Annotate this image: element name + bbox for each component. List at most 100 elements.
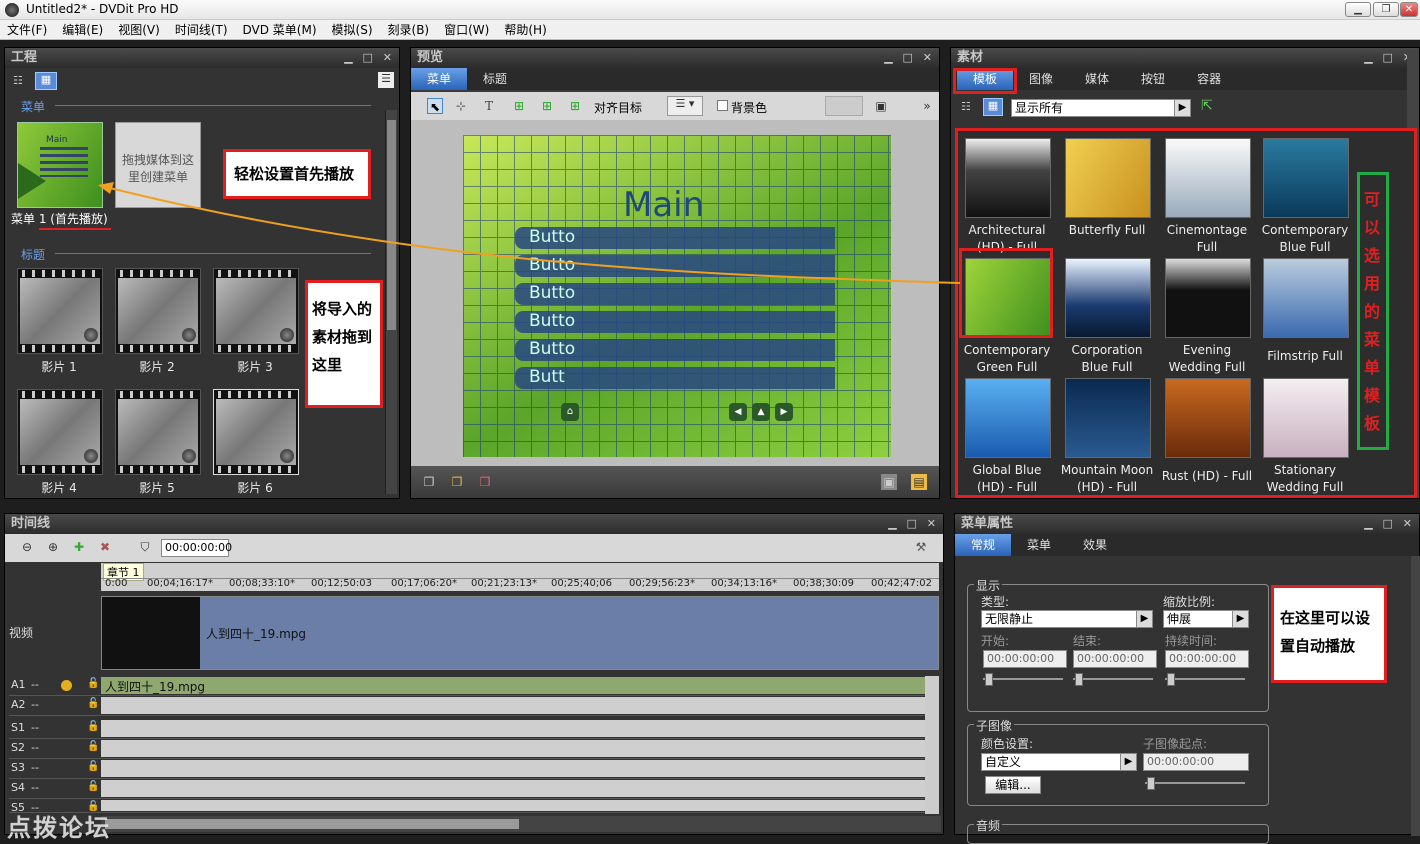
ruler-tick: 00;25;40;06 — [551, 578, 613, 589]
color-dropdown[interactable]: 自定义 ▶ — [981, 753, 1137, 771]
ruler-tick: 00;34;13:16* — [711, 578, 778, 589]
track-row-a1: A1 -- 🔓 人到四十_19.mpg — [9, 676, 933, 696]
track-label: A2 — [11, 698, 26, 711]
ruler-tick: 0:00 — [105, 578, 128, 589]
ruler-tick: 00;08;33:10* — [229, 578, 296, 589]
audio-group: 音频 — [967, 817, 1269, 844]
tab-general[interactable]: 常规 — [955, 534, 1012, 556]
timecode-field[interactable]: 00:00:00:00 — [161, 539, 232, 557]
video-clip[interactable]: 人到四十_19.mpg — [200, 597, 938, 669]
track-area[interactable] — [101, 760, 933, 777]
subpicture-group-label: 子图像 — [974, 717, 1015, 734]
ruler-tick: 00;42;47:02 — [871, 578, 933, 589]
end-slider[interactable] — [1073, 673, 1153, 686]
color-value: 自定义 — [985, 755, 1022, 769]
ruler-tick: 00;17;06:20* — [391, 578, 458, 589]
panel-controls[interactable]: ▁ □ ✕ — [1364, 514, 1415, 534]
subpic-start-label: 子图像起点: — [1143, 737, 1208, 751]
start-label: 开始: — [981, 634, 1010, 648]
arrow-head-icon — [98, 182, 114, 194]
tab-effects[interactable]: 效果 — [1067, 534, 1123, 556]
track-option[interactable]: -- — [31, 678, 39, 691]
zoom-in-icon[interactable]: ⊕ — [45, 539, 61, 555]
properties-scrollbar[interactable] — [1411, 556, 1420, 836]
drag-arrow-path — [109, 187, 961, 284]
scale-label: 缩放比例: — [1163, 595, 1216, 609]
audio-group-label: 音频 — [974, 817, 1003, 834]
track-option[interactable]: -- — [31, 698, 39, 711]
audio-clip[interactable]: 人到四十_19.mpg — [101, 677, 933, 694]
note-autoplay: 在这里可以设置自动播放 — [1271, 585, 1387, 683]
video-clip-name: 人到四十_19.mpg — [206, 627, 307, 641]
chevron-right-icon[interactable]: ▶ — [1136, 611, 1152, 627]
type-label: 类型: — [981, 595, 1010, 609]
track-area[interactable] — [101, 697, 933, 714]
chevron-right-icon[interactable]: ▶ — [1232, 611, 1248, 627]
duration-field[interactable]: 00:00:00:00 — [1165, 650, 1249, 668]
lock-icon[interactable]: 🔓 — [87, 741, 99, 752]
scrollbar-thumb[interactable] — [105, 819, 519, 829]
track-option[interactable]: -- — [31, 761, 39, 774]
ruler-tick: 00;38;30:09 — [793, 578, 855, 589]
track-label: S1 — [11, 721, 25, 734]
track-row-s1: S1 -- 🔓 — [9, 719, 933, 739]
chevron-right-icon[interactable]: ▶ — [1120, 754, 1136, 770]
add-chapter-icon[interactable]: ✚ — [71, 539, 87, 555]
timeline-title: 时间线 — [11, 516, 51, 531]
track-area[interactable] — [101, 740, 933, 757]
tab-menu[interactable]: 菜单 — [1011, 534, 1067, 556]
scale-value: 伸展 — [1167, 612, 1192, 626]
track-area[interactable] — [101, 720, 933, 737]
video-track-label: 视频 — [9, 626, 34, 640]
track-row-a2: A2 -- 🔓 — [9, 696, 933, 716]
type-dropdown[interactable]: 无限静止 ▶ — [981, 610, 1153, 628]
end-field[interactable]: 00:00:00:00 — [1073, 650, 1157, 668]
display-group-label: 显示 — [974, 577, 1003, 594]
video-track[interactable]: 人到四十_19.mpg — [101, 596, 939, 670]
track-option[interactable]: -- — [31, 741, 39, 754]
watermark: 点拨论坛 — [7, 814, 111, 842]
marker-icon[interactable]: ⛉ — [137, 539, 153, 555]
edit-button[interactable]: 编辑... — [985, 776, 1041, 794]
track-label: S3 — [11, 761, 25, 774]
subpic-start-field[interactable]: 00:00:00:00 — [1143, 753, 1249, 771]
lock-icon[interactable]: 🔓 — [87, 781, 99, 792]
track-label: S2 — [11, 741, 25, 754]
type-value: 无限静止 — [985, 612, 1034, 626]
track-row-s2: S2 -- 🔓 — [9, 739, 933, 759]
audio-clip-name: 人到四十_19.mpg — [105, 680, 206, 694]
track-row-s3: S3 -- 🔓 — [9, 759, 933, 779]
speaker-icon[interactable] — [61, 680, 72, 691]
lock-icon[interactable]: 🔓 — [87, 721, 99, 732]
track-option[interactable]: -- — [31, 781, 39, 794]
track-label: S4 — [11, 781, 25, 794]
properties-title: 菜单属性 — [961, 516, 1014, 531]
scale-dropdown[interactable]: 伸展 ▶ — [1163, 610, 1249, 628]
subpic-slider[interactable] — [1145, 777, 1245, 790]
lock-icon[interactable]: 🔓 — [87, 678, 99, 689]
ruler-tick: 00;21;23:13* — [471, 578, 538, 589]
start-field[interactable]: 00:00:00:00 — [983, 650, 1067, 668]
ruler-tick: 00;29;56:23* — [629, 578, 696, 589]
track-option[interactable]: -- — [31, 721, 39, 734]
timeline-v-scrollbar[interactable] — [925, 676, 939, 814]
ruler-tick: 00;04;16:17* — [147, 578, 214, 589]
lock-icon[interactable]: 🔓 — [87, 698, 99, 709]
timeline-h-scrollbar[interactable] — [101, 816, 941, 832]
track-area[interactable] — [101, 780, 933, 797]
track-row-s4: S4 -- 🔓 — [9, 779, 933, 799]
zoom-out-icon[interactable]: ⊖ — [19, 539, 35, 555]
time-ruler[interactable]: 章节 1 0:00 00;04;16:17* 00;08;33:10* 00;1… — [101, 563, 939, 591]
duration-label: 持续时间: — [1165, 634, 1218, 648]
track-area[interactable] — [101, 800, 933, 811]
start-slider[interactable] — [983, 673, 1063, 686]
display-group: 显示 — [967, 577, 1269, 712]
ruler-tick: 00;12;50:03 — [311, 578, 373, 589]
lock-icon[interactable]: 🔓 — [87, 761, 99, 772]
remove-chapter-icon[interactable]: ✖ — [97, 539, 113, 555]
properties-panel: 菜单属性 ▁ □ ✕ 常规 菜单 效果 显示 类型: 无限静止 ▶ 缩放比例: 伸展… — [954, 513, 1420, 844]
timeline-panel: 时间线 ▁ □ ✕ ⊖ ⊕ ✚ ✖ ⛉ 00:00:00:00 ⚒ 章节 1 0:… — [4, 513, 944, 842]
panel-controls[interactable]: ▁ □ ✕ — [888, 514, 939, 534]
wrench-icon[interactable]: ⚒ — [913, 539, 929, 555]
duration-slider[interactable] — [1165, 673, 1245, 686]
